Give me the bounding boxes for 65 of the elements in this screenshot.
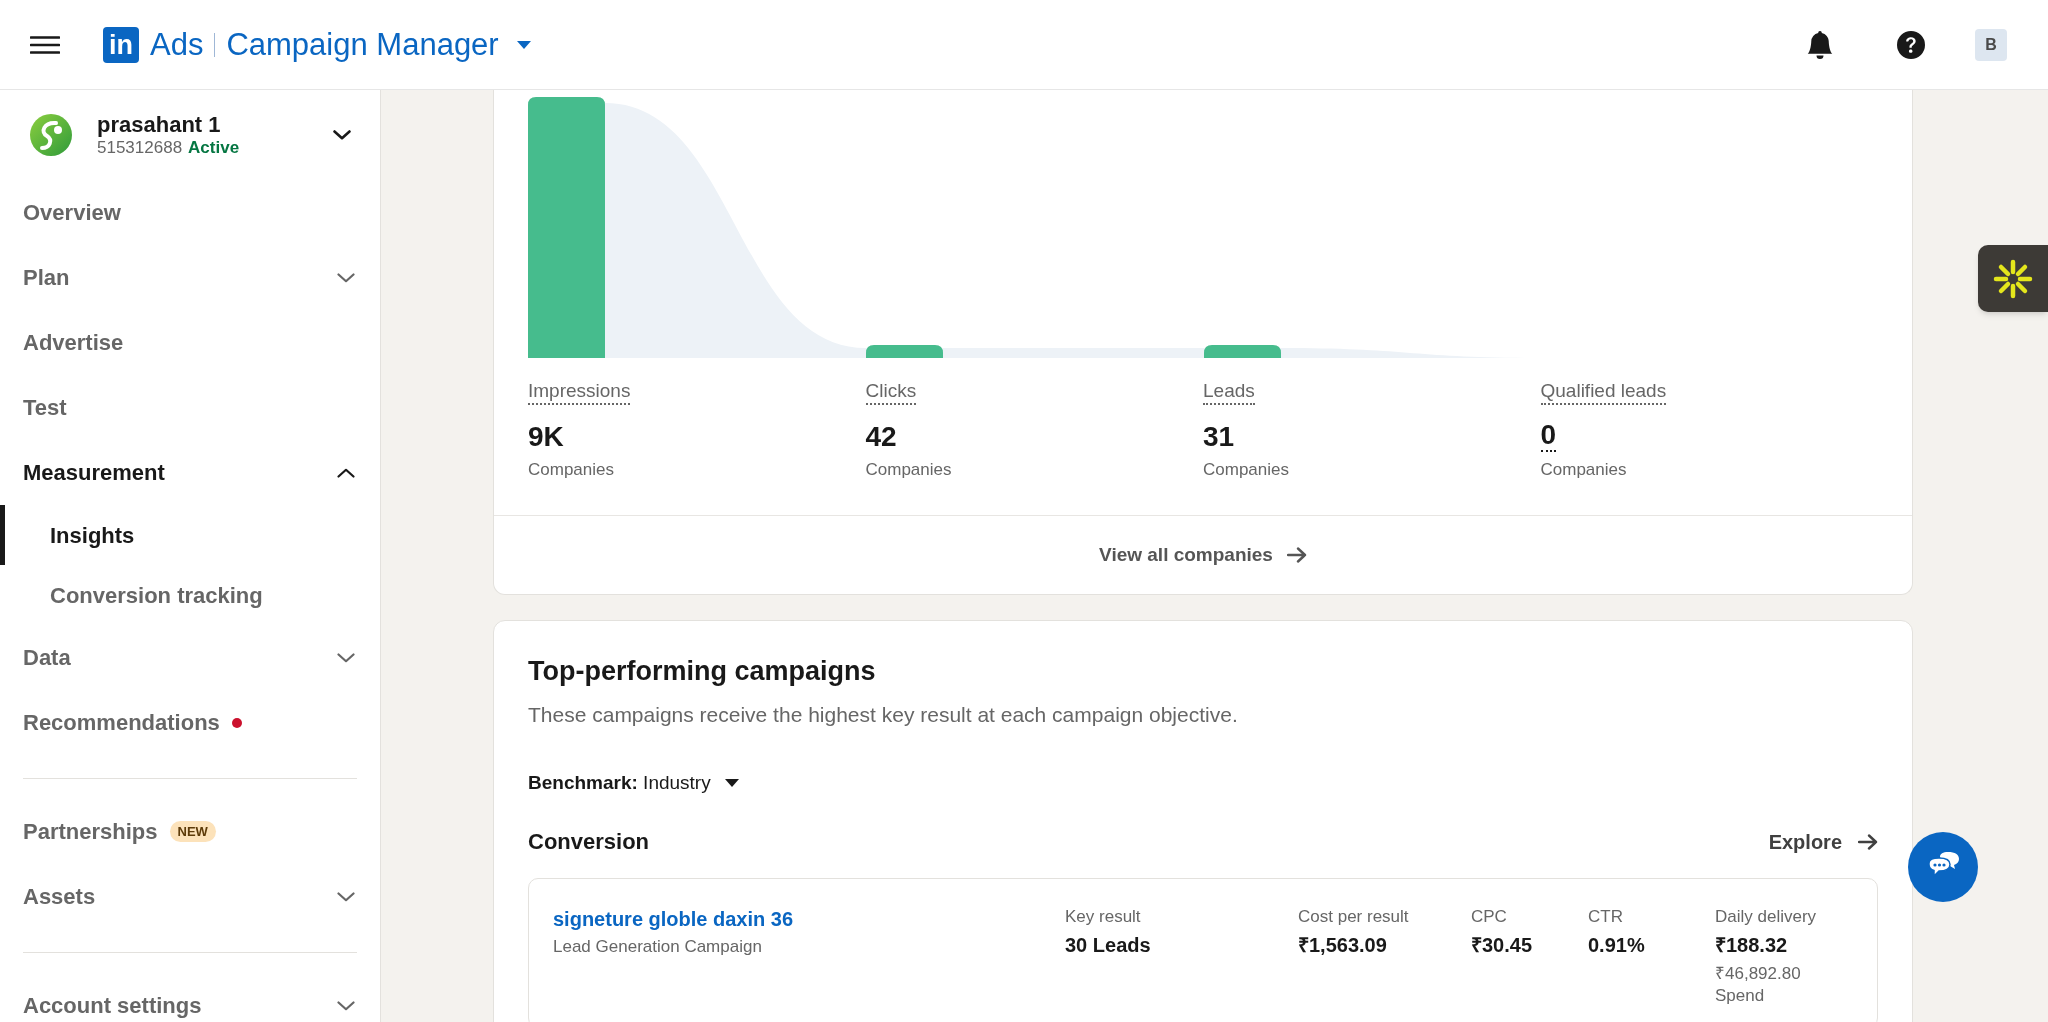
account-name: prasahant 1	[97, 112, 222, 138]
metric-label[interactable]: Impressions	[528, 379, 631, 405]
product-menu-button[interactable]: Campaign Manager	[226, 29, 531, 60]
account-logo-icon	[30, 114, 72, 156]
metric-value: 9K	[528, 420, 564, 454]
metric-value: 0.91%	[1588, 933, 1645, 958]
caret-down-icon	[516, 40, 531, 49]
metric-value: ₹1,563.09	[1298, 933, 1387, 958]
nav-item[interactable]: Assets	[0, 864, 380, 929]
avatar-button[interactable]: B	[1975, 28, 2007, 61]
nav-item[interactable]: Data	[0, 625, 380, 690]
nav-item[interactable]: Advertise	[0, 310, 380, 375]
new-badge: NEW	[169, 821, 216, 842]
nav-item[interactable]: Plan	[0, 245, 380, 310]
benchmark-dropdown[interactable]: Benchmark: Industry	[528, 770, 739, 796]
nav-item[interactable]: Recommendations	[0, 690, 380, 755]
metric-label: Key result	[1065, 906, 1141, 928]
nav-item[interactable]: Account settings	[0, 973, 380, 1022]
metric-label: CTR	[1588, 906, 1623, 928]
metric-value[interactable]: 0	[1540, 420, 1557, 452]
metric-value: 31	[1203, 420, 1235, 454]
nav-item[interactable]: Conversion tracking	[0, 565, 380, 625]
nav-item[interactable]: Insights	[0, 505, 380, 565]
metric-label[interactable]: Qualified leads	[1540, 379, 1667, 405]
nav-item[interactable]: Partnerships NEW	[0, 799, 380, 864]
view-all-companies-link[interactable]: View all companies	[1099, 540, 1307, 570]
metric-unit: Companies	[1540, 459, 1627, 481]
account-id: 515312688	[97, 138, 183, 158]
metric-label: CPC	[1471, 906, 1507, 928]
menu-icon	[30, 35, 60, 54]
product-name: Ads	[150, 29, 204, 60]
metric-value: 42	[865, 420, 897, 454]
metric-unit: Companies	[865, 459, 952, 481]
caret-down-icon	[724, 779, 739, 787]
logo-mark: in	[103, 26, 139, 63]
metric-value: ₹30.45	[1471, 933, 1533, 958]
campaign-type: Lead Generation Campaign	[553, 936, 762, 958]
starburst-icon	[1993, 258, 2033, 299]
bell-icon	[1806, 30, 1834, 59]
nav-item[interactable]: Test	[0, 375, 380, 440]
metric-unit: Companies	[1203, 459, 1289, 481]
spend-value: ₹46,892.80	[1715, 963, 1801, 985]
nav-item[interactable]: Overview	[0, 180, 380, 245]
nav-item[interactable]: Measurement	[0, 440, 380, 505]
arrow-right-icon	[1858, 834, 1878, 850]
metric-unit: Companies	[528, 459, 614, 481]
spend-label: Spend	[1715, 985, 1765, 1007]
section-heading: Conversion	[528, 828, 650, 856]
help-icon	[1897, 30, 1925, 59]
metric-label: Daily delivery	[1715, 906, 1817, 928]
assistant-tab-button[interactable]	[1978, 245, 2048, 312]
metric-value: 30 Leads	[1065, 933, 1151, 958]
explore-link[interactable]: Explore	[1768, 828, 1878, 856]
card-subtitle: These campaigns receive the highest key result at each campaign objective.	[528, 702, 1239, 728]
campaign-link[interactable]: signeture globle daxin 36	[553, 906, 794, 932]
account-status: Active	[188, 138, 240, 158]
metric-label[interactable]: Clicks	[865, 379, 917, 405]
help-button[interactable]	[1897, 30, 1925, 59]
notifications-button[interactable]	[1806, 30, 1834, 59]
chevron-down-icon	[333, 130, 351, 140]
card-title: Top-performing campaigns	[528, 655, 877, 688]
metric-label[interactable]: Leads	[1203, 379, 1255, 405]
metric-label: Cost per result	[1298, 906, 1409, 928]
metric-value: ₹188.32	[1715, 933, 1788, 958]
arrow-right-icon	[1286, 547, 1307, 563]
